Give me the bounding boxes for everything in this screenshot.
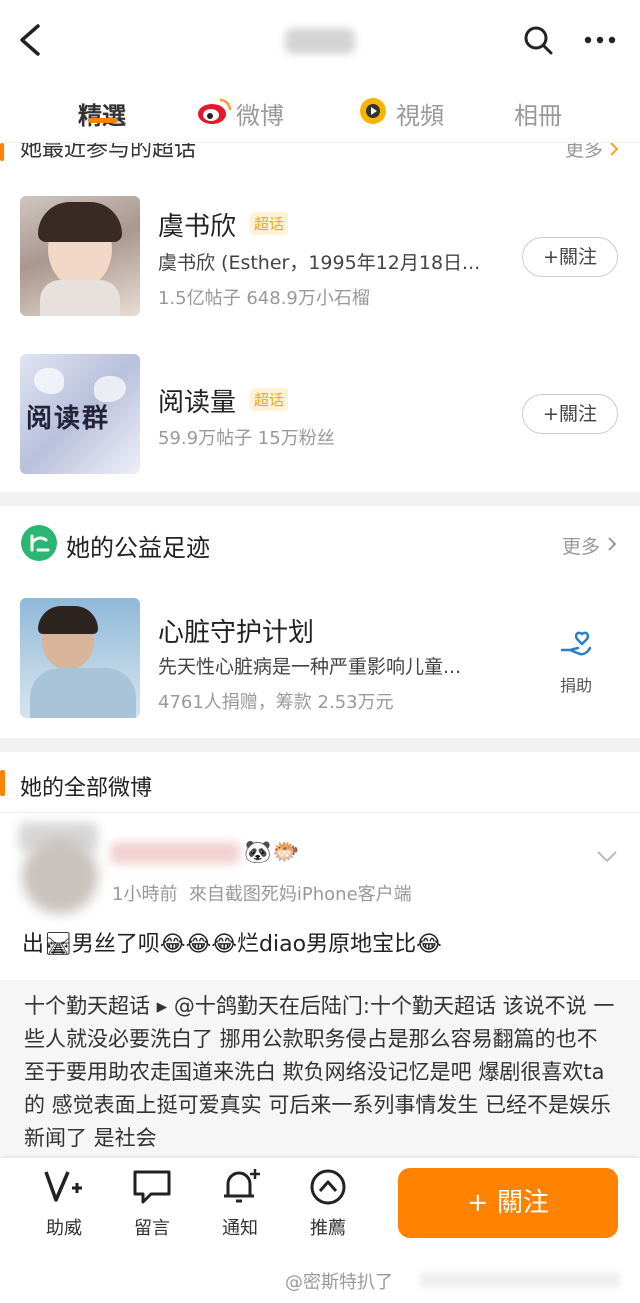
section-divider (0, 492, 640, 506)
donate-label[interactable]: 捐助 (560, 672, 592, 696)
search-icon[interactable] (522, 24, 554, 56)
blurred-area (420, 1272, 620, 1288)
top-bar (0, 0, 640, 80)
divider-line (0, 812, 640, 813)
charity-desc: 先天性心脏病是一种严重影响儿童... (158, 656, 462, 678)
section-title: 她最近参与的超话 (20, 143, 197, 162)
supertopic-name: 虞书欣 (158, 212, 237, 242)
section-marker (0, 770, 5, 796)
cheer-label: 助威 (46, 1218, 82, 1239)
section-divider (0, 738, 640, 752)
repost-box[interactable]: 十个勤天超话 ▸ @十鸽勤天在后陆门:十个勤天超话 该说不说 一些人就没必要洗白… (0, 980, 640, 1158)
cheer-button[interactable]: 助威 (34, 1168, 94, 1240)
supertopic-cover: 阅读群 (20, 354, 140, 474)
profile-tabs: 精選 微博 視頻 相冊 (0, 80, 640, 143)
supertopic-tag: 超话 (250, 212, 289, 235)
charity-icon (21, 525, 57, 561)
supertopic-tag: 超话 (250, 388, 289, 411)
charity-meta: 4761人捐赠，筹款 2.53万元 (158, 692, 394, 713)
comment-button[interactable]: 留言 (122, 1168, 182, 1240)
video-tab-icon (358, 96, 388, 130)
recommend-button[interactable]: 推薦 (298, 1168, 358, 1240)
more-icon[interactable] (582, 30, 618, 50)
section-marker (0, 143, 4, 161)
supertopic-section-header: 她最近参与的超话 更多 (0, 143, 640, 165)
recommend-icon (310, 1169, 346, 1205)
donate-hand-icon[interactable] (558, 630, 596, 662)
badge-icon: 🐡 (272, 840, 300, 865)
weibo-post[interactable]: 🐼 🐡 1小時前 來自截图死妈iPhone客户端 出🛤男丝了呗😂😂😂烂diao男… (0, 816, 640, 980)
watermark-strip: @密斯特扒了 (0, 1258, 640, 1303)
more-link[interactable]: 更多 (565, 143, 603, 162)
chevron-right-icon (610, 143, 619, 156)
charity-photo (20, 598, 140, 718)
active-tab-indicator (88, 118, 118, 123)
cover-text: 阅读群 (26, 404, 111, 434)
cheer-icon (44, 1171, 82, 1202)
supertopic-name: 阅读量 (158, 388, 237, 418)
recommend-label: 推薦 (310, 1218, 346, 1239)
watermark: @密斯特扒了 (285, 1272, 393, 1293)
supertopic-meta: 59.9万帖子 15万粉丝 (158, 428, 335, 449)
supertopic-meta: 1.5亿帖子 648.9万小石榴 (158, 288, 370, 309)
charity-name: 心脏守护计划 (158, 618, 315, 648)
supertopic-item[interactable]: 阅读群 阅读量 超话 59.9万帖子 15万粉丝 +關注 (0, 338, 640, 488)
more-link[interactable]: 更多 (562, 532, 600, 559)
notify-button[interactable]: 通知 (210, 1168, 270, 1240)
repost-text: 十个勤天超话 ▸ @十鸽勤天在后陆门:十个勤天超话 该说不说 一些人就没必要洗白… (24, 994, 615, 1150)
charity-item[interactable]: 心脏守护计划 先天性心脏病是一种严重影响儿童... 4761人捐赠，筹款 2.5… (0, 592, 640, 722)
bell-plus-icon (224, 1169, 260, 1203)
blurred-username (285, 28, 355, 54)
chevron-right-icon (608, 537, 617, 551)
all-weibo-title: 她的全部微博 (20, 776, 153, 801)
supertopic-desc: 虞书欣 (Esther，1995年12月18日... (158, 252, 481, 274)
comment-label: 留言 (134, 1218, 170, 1239)
supertopic-avatar (20, 196, 140, 316)
follow-main-button[interactable]: + 關注 (398, 1168, 618, 1238)
supertopic-item[interactable]: 虞书欣 超话 虞书欣 (Esther，1995年12月18日... 1.5亿帖子… (0, 180, 640, 330)
panda-icon: 🐼 (244, 840, 272, 865)
follow-button[interactable]: +關注 (522, 394, 618, 434)
follow-button[interactable]: +關注 (522, 237, 618, 277)
notify-label: 通知 (222, 1218, 258, 1239)
back-arrow-icon[interactable] (14, 22, 46, 58)
blurred-username (110, 842, 240, 864)
post-time-source: 1小時前 來自截图死妈iPhone客户端 (112, 884, 412, 905)
tab-weibo[interactable]: 微博 (236, 96, 284, 131)
post-text: 出🛤男丝了呗😂😂😂烂diao男原地宝比😂 (22, 932, 442, 957)
tab-featured[interactable]: 精選 (78, 96, 126, 131)
all-weibo-header: 她的全部微博 (0, 752, 640, 812)
avatar[interactable] (22, 838, 98, 914)
tab-video[interactable]: 視頻 (396, 96, 444, 131)
charity-section: 她的公益足迹 更多 心脏守护计划 先天性心脏病是一种严重影响儿童... 4761… (0, 506, 640, 732)
chevron-down-icon[interactable] (596, 850, 618, 864)
weibo-logo-icon (196, 96, 232, 130)
charity-title: 她的公益足迹 (66, 534, 210, 562)
tab-album[interactable]: 相冊 (514, 96, 562, 131)
comment-icon (133, 1170, 171, 1204)
